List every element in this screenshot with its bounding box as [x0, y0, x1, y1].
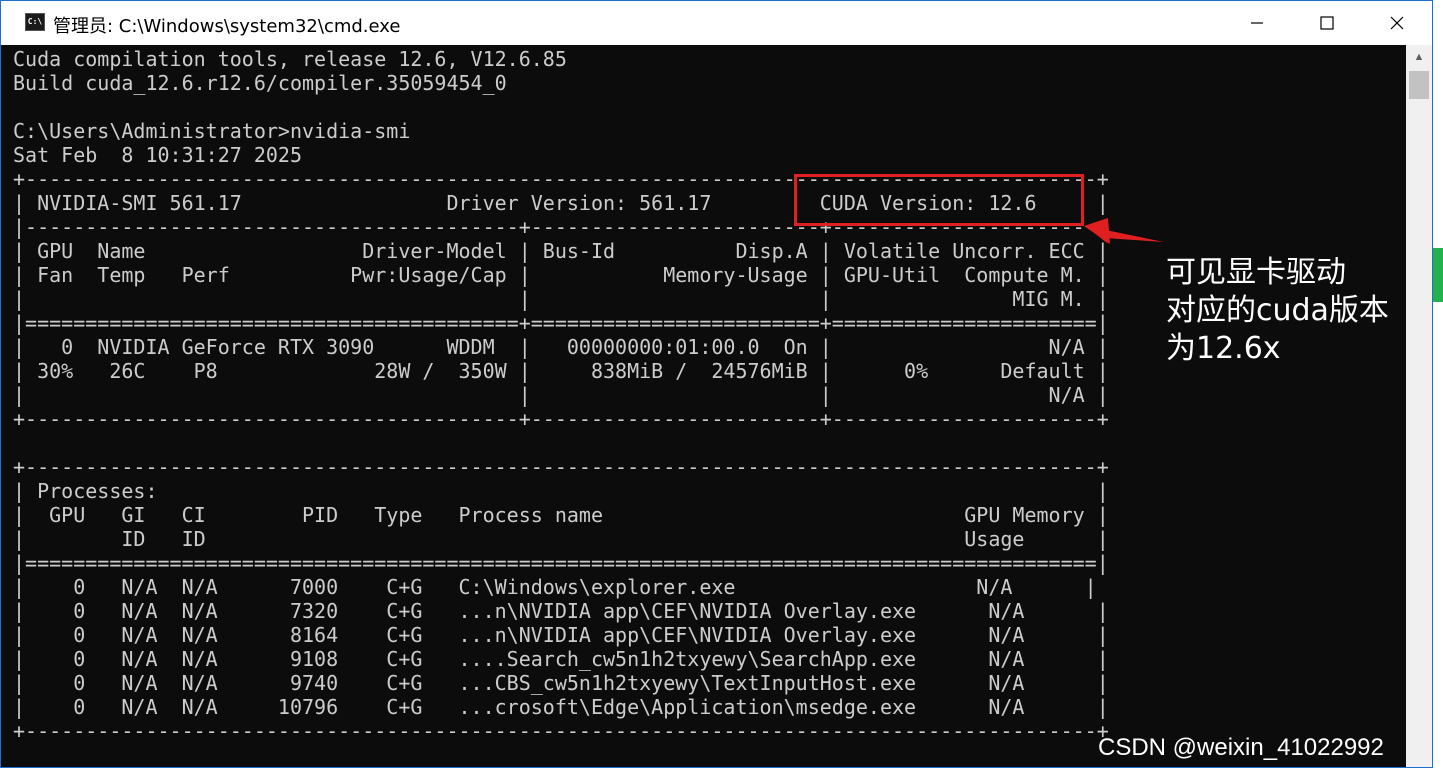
maximize-icon [1320, 16, 1334, 30]
cmd-app-icon: C:\ [25, 13, 45, 31]
console-output[interactable]: Cuda compilation tools, release 12.6, V1… [13, 47, 1109, 743]
console-line: +---------------------------------------… [13, 407, 1109, 431]
background-app-strip [1433, 248, 1443, 302]
minimize-button[interactable] [1223, 1, 1291, 45]
console-line: | 0 NVIDIA GeForce RTX 3090 WDDM | 00000… [13, 335, 1109, 359]
console-line: | GPU GI CI PID Type Process name GPU Me… [13, 503, 1109, 527]
annotation-line: 对应的cuda版本 [1166, 293, 1389, 328]
console-line: Cuda compilation tools, release 12.6, V1… [13, 47, 567, 71]
maximize-button[interactable] [1293, 1, 1361, 45]
console-line: C:\Users\Administrator>nvidia-smi [13, 119, 411, 143]
console-line: +---------------------------------------… [13, 455, 1109, 479]
console-line: | 0 N/A N/A 9740 C+G ...CBS_cw5n1h2txyew… [13, 671, 1109, 695]
annotation-note: 可见显卡驱动 对应的cuda版本 为12.6x [1166, 254, 1389, 368]
console-line: | 0 N/A N/A 10796 C+G ...crosoft\Edge\Ap… [13, 695, 1109, 719]
console-area[interactable]: Cuda compilation tools, release 12.6, V1… [1, 45, 1406, 767]
console-line: |=======================================… [13, 311, 1109, 335]
console-line: | 0 N/A N/A 9108 C+G ....Search_cw5n1h2t… [13, 647, 1109, 671]
console-line: | 0 N/A N/A 8164 C+G ...n\NVIDIA app\CEF… [13, 623, 1109, 647]
scroll-thumb[interactable] [1409, 71, 1429, 99]
console-line: | | | MIG M. | [13, 287, 1109, 311]
annotation-line: 为12.6x [1166, 331, 1281, 366]
chevron-up-icon: ▲ [1413, 51, 1425, 63]
console-line: Build cuda_12.6.r12.6/compiler.35059454_… [13, 71, 507, 95]
title-bar[interactable]: C:\ 管理员: C:\Windows\system32\cmd.exe [1, 1, 1432, 45]
window-title: 管理员: C:\Windows\system32\cmd.exe [53, 16, 401, 37]
console-line: | Processes: | [13, 479, 1109, 503]
console-line: | | | N/A | [13, 383, 1109, 407]
watermark: CSDN @weixin_41022992 [1098, 734, 1384, 761]
console-line: | 30% 26C P8 28W / 350W | 838MiB / 24576… [13, 359, 1109, 383]
console-line: | ID ID Usage | [13, 527, 1109, 551]
console-line: | 0 N/A N/A 7320 C+G ...n\NVIDIA app\CEF… [13, 599, 1109, 623]
console-line: |=======================================… [13, 551, 1109, 575]
vertical-scrollbar[interactable]: ▲ [1406, 45, 1432, 767]
console-line: | 0 N/A N/A 7000 C+G C:\Windows\explorer… [13, 575, 1097, 599]
cmd-window: C:\ 管理员: C:\Windows\system32\cmd.exe Cud… [0, 0, 1433, 768]
console-line: | Fan Temp Perf Pwr:Usage/Cap | Memory-U… [13, 263, 1109, 287]
close-icon [1390, 16, 1404, 30]
console-line: | GPU Name Driver-Model | Bus-Id Disp.A … [13, 239, 1109, 263]
scroll-up-button[interactable]: ▲ [1406, 45, 1432, 69]
annotation-arrow [1084, 218, 1164, 244]
minimize-icon [1251, 22, 1263, 24]
console-line: Sat Feb 8 10:31:27 2025 [13, 143, 302, 167]
console-line: +---------------------------------------… [13, 719, 1109, 743]
cuda-version-highlight [794, 174, 1084, 226]
annotation-line: 可见显卡驱动 [1166, 255, 1346, 290]
close-button[interactable] [1363, 1, 1431, 45]
